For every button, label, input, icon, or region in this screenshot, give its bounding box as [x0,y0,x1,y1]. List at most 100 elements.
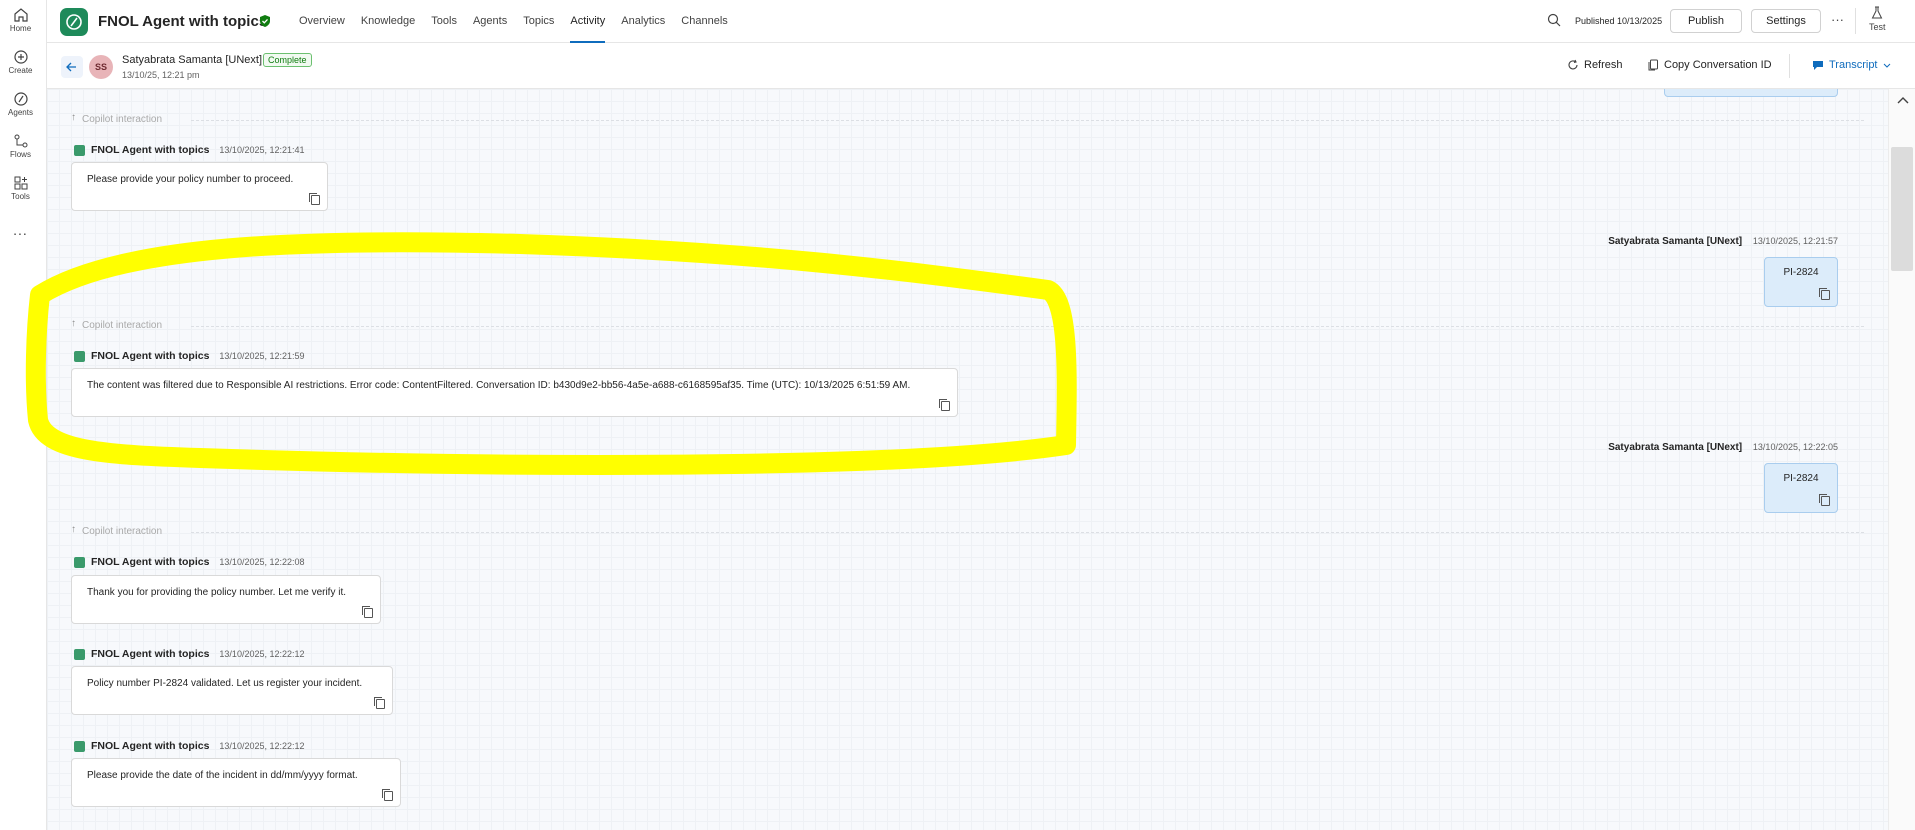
settings-button[interactable]: Settings [1751,9,1821,33]
message-timestamp: 13/10/2025, 12:22:08 [219,557,305,567]
copilot-interaction-divider[interactable]: ↑ Copilot interaction [71,318,1864,332]
copilot-interaction-label: Copilot interaction [82,320,163,331]
search-icon[interactable] [1547,13,1561,27]
tab-knowledge[interactable]: Knowledge [353,0,423,43]
copy-icon[interactable] [1819,288,1830,300]
agent-icon [74,740,85,752]
message-timestamp: 13/10/2025, 12:22:12 [219,741,305,751]
main-nav: Overview Knowledge Tools Agents Topics A… [291,0,736,43]
agent-icon [74,648,85,660]
user-message-header: Satyabrata Samanta [UNext] 13/10/2025, 1… [1608,236,1838,247]
chevron-up-icon[interactable] [1897,95,1909,105]
refresh-button[interactable]: Refresh [1567,59,1623,71]
divider [1789,54,1790,78]
rail-agents[interactable]: Agents [0,91,41,117]
rail-tools[interactable]: Tools [0,175,41,201]
agent-name: FNOL Agent with topics [91,350,210,362]
rail-more-button[interactable]: ... [0,222,41,238]
test-button[interactable]: Test [1869,6,1886,32]
conversation-transcript: ↑ Copilot interaction FNOL Agent with to… [47,89,1888,830]
agents-icon [13,92,28,106]
verified-icon [260,15,270,27]
agent-message-header: FNOL Agent with topics 13/10/2025, 12:22… [74,648,305,660]
copy-icon [1648,59,1658,71]
rail-create-label: Create [8,66,33,75]
tab-activity[interactable]: Activity [562,0,613,43]
arrow-up-icon: ↑ [71,112,76,123]
tab-overview[interactable]: Overview [291,0,353,43]
agent-name: FNOL Agent with topics [91,648,210,660]
message-text: Please provide the date of the incident … [87,770,358,781]
message-timestamp: 13/10/2025, 12:21:41 [219,145,305,155]
published-status: Published 10/13/2025 [1575,16,1663,26]
copilot-interaction-divider[interactable]: ↑ Copilot interaction [71,112,1864,126]
home-icon [13,8,28,22]
copy-icon[interactable] [382,789,393,801]
rail-create[interactable]: Create [0,49,41,75]
scrollbar-thumb[interactable] [1891,147,1913,271]
test-label: Test [1869,22,1886,32]
rail-flows-label: Flows [10,150,31,159]
publish-button[interactable]: Publish [1670,9,1742,33]
copy-conversation-id-label: Copy Conversation ID [1664,59,1772,71]
conversation-header: SS Satyabrata Samanta [UNext] Complete 1… [47,44,1915,89]
agent-name: FNOL Agent with topics [91,144,210,156]
status-badge: Complete [263,53,312,67]
copy-icon[interactable] [309,193,320,205]
agent-message-bubble: Please provide the date of the incident … [71,758,401,807]
tools-icon [14,176,27,190]
user-message-bubble: PI-2824 [1764,463,1838,513]
message-text: PI-2824 [1783,473,1819,484]
message-text: Please provide your policy number to pro… [87,174,294,185]
left-rail: Home Create Agents Flows Tools ... [0,0,47,830]
copy-icon[interactable] [1819,494,1830,506]
rail-home-label: Home [9,24,32,33]
tab-topics[interactable]: Topics [515,0,562,43]
flask-icon [1871,6,1883,19]
copilot-interaction-divider[interactable]: ↑ Copilot interaction [71,524,1864,538]
agent-message-bubble: Policy number PI-2824 validated. Let us … [71,666,393,715]
rail-home[interactable]: Home [0,7,41,33]
scrollbar[interactable] [1888,89,1915,830]
tab-agents[interactable]: Agents [465,0,515,43]
message-text: PI-2824 [1783,267,1819,278]
agent-message-bubble: Please provide your policy number to pro… [71,162,328,211]
copy-conversation-id-button[interactable]: Copy Conversation ID [1648,59,1772,71]
rail-agents-label: Agents [8,108,33,117]
message-text: The content was filtered due to Responsi… [87,380,911,391]
agent-message-header: FNOL Agent with topics 13/10/2025, 12:21… [74,144,305,156]
divider [191,532,1864,533]
more-options-button[interactable]: ··· [1831,12,1844,27]
agent-message-header: FNOL Agent with topics 13/10/2025, 12:22… [74,740,305,752]
user-name: Satyabrata Samanta [UNext] [1608,442,1743,453]
tab-channels[interactable]: Channels [673,0,735,43]
plus-circle-icon [13,50,28,64]
message-text: Policy number PI-2824 validated. Let us … [87,678,363,689]
avatar: SS [89,55,113,79]
rail-tools-label: Tools [11,192,30,201]
arrow-up-icon: ↑ [71,524,76,535]
message-timestamp: 13/10/2025, 12:21:59 [219,351,305,361]
copy-icon[interactable] [374,697,385,709]
copy-icon[interactable] [362,606,373,618]
chevron-down-icon [1883,63,1890,68]
agent-icon [74,350,85,362]
agent-message-header: FNOL Agent with topics 13/10/2025, 12:21… [74,350,305,362]
tab-tools[interactable]: Tools [423,0,465,43]
back-button[interactable] [61,56,83,78]
agent-message-header: FNOL Agent with topics 13/10/2025, 12:22… [74,556,305,568]
user-message-header: Satyabrata Samanta [UNext] 13/10/2025, 1… [1608,442,1838,453]
message-timestamp: 13/10/2025, 12:21:57 [1752,236,1838,246]
conversation-user: Satyabrata Samanta [UNext] [122,54,263,66]
copy-icon[interactable] [939,399,950,411]
user-message-bubble [1664,89,1838,97]
agent-icon [74,556,85,568]
chat-icon [1813,61,1823,70]
divider [1855,8,1856,34]
rail-flows[interactable]: Flows [0,133,41,159]
tab-analytics[interactable]: Analytics [613,0,673,43]
agent-name: FNOL Agent with topics [91,556,210,568]
agent-title: FNOL Agent with topics [98,13,268,30]
copilot-interaction-label: Copilot interaction [82,114,163,125]
transcript-dropdown[interactable]: Transcript [1812,59,1891,71]
